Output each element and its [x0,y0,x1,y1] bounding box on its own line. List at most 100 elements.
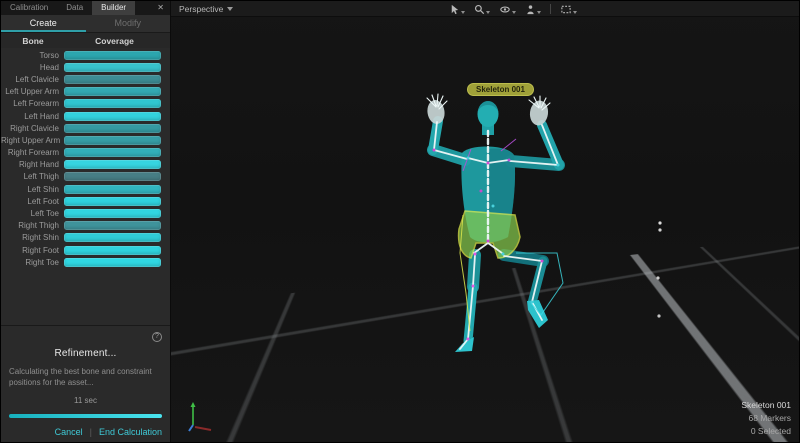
bone-label: Left Forearm [1,99,64,108]
bone-label: Left Upper Arm [1,87,64,96]
coverage-bar-fill [64,99,161,108]
tab-builder[interactable]: Builder [92,1,135,15]
status-marker-count: 68 Markers [741,412,791,425]
chevron-down-icon [227,7,233,11]
coverage-bar-fill [64,51,161,60]
bone-label: Left Clavicle [1,75,64,84]
coverage-bar-fill [64,246,161,255]
builder-subtabs: Create Modify [1,15,170,33]
refinement-elapsed-time: 11 sec [9,396,162,405]
motion-capture-app: Calibration Data Builder ✕ Create Modify… [0,0,800,443]
bone-row[interactable]: Right Shin [1,232,170,244]
coverage-bar [64,112,161,121]
builder-panel: Calibration Data Builder ✕ Create Modify… [1,1,171,443]
marquee-select-tool-icon[interactable] [560,4,577,15]
coverage-bar-fill [64,124,161,133]
marker-dot[interactable] [658,221,661,224]
bone-list-header: Bone Coverage [1,33,170,48]
coverage-bar-fill [64,136,161,145]
coverage-bar-fill [64,221,161,230]
view-mode-dropdown[interactable]: Perspective [179,4,233,14]
refinement-description: Calculating the best bone and constraint… [9,367,162,388]
panel-tabstrip: Calibration Data Builder ✕ [1,1,170,15]
bone-label: Head [1,63,64,72]
select-tool-icon[interactable] [449,4,465,15]
orbit-tool-icon[interactable] [499,4,516,15]
bone-row[interactable]: Left Shin [1,183,170,195]
coverage-bar [64,87,161,96]
tab-calibration[interactable]: Calibration [1,1,57,15]
coverage-bar [64,185,161,194]
bone-row[interactable]: Right Hand [1,159,170,171]
bone-row[interactable]: Right Upper Arm [1,134,170,146]
viewport-topbar: Perspective [171,1,800,17]
bone-row[interactable]: Torso [1,49,170,61]
refinement-actions: Cancel | End Calculation [9,427,162,437]
coverage-bar-fill [64,87,161,96]
bone-row[interactable]: Left Upper Arm [1,86,170,98]
selection-status: Skeleton 001 68 Markers 0 Selected [741,399,791,438]
bone-row[interactable]: Left Thigh [1,171,170,183]
help-icon[interactable]: ? [152,332,162,342]
tab-data[interactable]: Data [57,1,92,15]
skeleton-name-badge[interactable]: Skeleton 001 [467,83,534,96]
bone-row[interactable]: Head [1,61,170,73]
cancel-button[interactable]: Cancel [55,427,83,437]
coverage-bar-fill [64,209,161,218]
marker-dot[interactable] [657,314,660,317]
bone-row[interactable]: Right Forearm [1,147,170,159]
coverage-bar [64,75,161,84]
bone-row[interactable]: Left Hand [1,110,170,122]
bone-row[interactable]: Right Foot [1,244,170,256]
marker-dot[interactable] [656,276,659,279]
bone-row[interactable]: Left Forearm [1,98,170,110]
viewport-toolbar [449,1,577,17]
axis-gizmo [189,402,211,431]
coverage-bar [64,172,161,181]
coverage-bar [64,51,161,60]
coverage-bar-fill [64,185,161,194]
axis-x-red [195,427,211,430]
bone-label: Right Clavicle [1,124,64,133]
bone-label: Right Thigh [1,221,64,230]
bone-label: Right Shin [1,233,64,242]
zoom-tool-icon[interactable] [474,4,490,15]
bone-label: Right Forearm [1,148,64,157]
coverage-bar-fill [64,160,161,169]
marker-dot[interactable] [658,228,661,231]
coverage-bar-fill [64,112,161,121]
bone-row[interactable]: Left Clavicle [1,73,170,85]
bone-row[interactable]: Right Clavicle [1,122,170,134]
tab-modify[interactable]: Modify [86,15,171,32]
viewport-3d[interactable]: Perspective [171,1,800,443]
bone-list: Torso Head Left Clavicle Left Upper Arm [1,48,170,268]
coverage-bar [64,136,161,145]
scene-overlay [171,1,800,443]
bone-label: Right Upper Arm [1,136,64,145]
coverage-bar-fill [64,148,161,157]
column-header-coverage: Coverage [65,36,170,46]
bone-label: Right Foot [1,246,64,255]
coverage-bar [64,246,161,255]
coverage-bar-fill [64,172,161,181]
coverage-bar [64,160,161,169]
view-mode-label: Perspective [179,4,223,14]
coverage-bar [64,221,161,230]
end-calculation-button[interactable]: End Calculation [99,427,162,437]
coverage-bar-fill [64,233,161,242]
close-icon[interactable]: ✕ [151,1,170,15]
bone-label: Left Shin [1,185,64,194]
bone-row[interactable]: Left Foot [1,195,170,207]
coverage-bar-fill [64,75,161,84]
coverage-bar [64,233,161,242]
bone-row[interactable]: Right Toe [1,256,170,268]
floating-markers[interactable] [656,221,661,317]
follow-tool-icon[interactable] [525,4,541,15]
tab-create[interactable]: Create [1,15,86,32]
bone-row[interactable]: Right Thigh [1,220,170,232]
coverage-bar-fill [64,258,161,267]
bone-row[interactable]: Left Toe [1,207,170,219]
coverage-bar [64,124,161,133]
column-header-bone: Bone [1,36,65,46]
skeleton-figure[interactable] [426,94,563,352]
